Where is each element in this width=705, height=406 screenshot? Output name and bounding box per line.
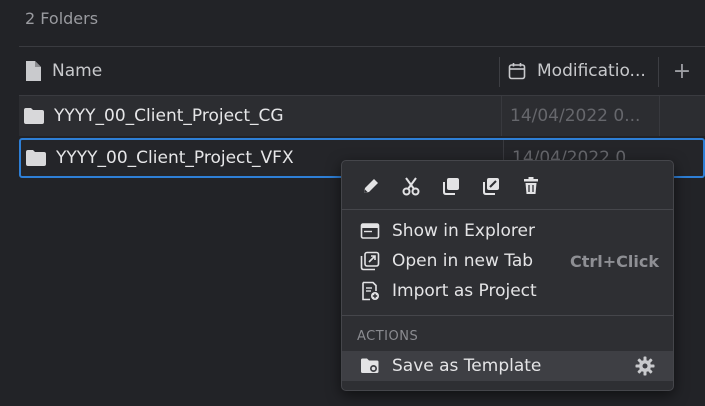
duplicate-button[interactable] — [480, 175, 502, 197]
modification-column-label: Modificatio... — [537, 61, 646, 81]
open-new-tab-icon — [360, 251, 380, 271]
modification-date: 14/04/2022 0... — [501, 96, 657, 136]
folder-icon — [24, 108, 44, 124]
folder-name: YYYY_00_Client_Project_CG — [54, 106, 284, 126]
copy-button[interactable] — [440, 175, 462, 197]
folder-name: YYYY_00_Client_Project_VFX — [56, 148, 294, 168]
copy-icon — [443, 178, 459, 195]
scissors-icon — [402, 177, 420, 196]
duplicate-icon — [483, 178, 499, 195]
cut-button[interactable] — [400, 175, 422, 197]
gear-icon[interactable] — [635, 356, 655, 376]
file-icon — [26, 61, 41, 81]
context-menu: Show in Explorer Open in new Tab Ctrl+Cl… — [341, 160, 674, 391]
import-project-icon — [362, 281, 379, 301]
column-divider[interactable] — [499, 57, 500, 87]
name-column-label: Name — [52, 61, 103, 81]
menu-item-open-in-new-tab[interactable]: Open in new Tab Ctrl+Click — [342, 246, 673, 276]
file-browser: 2 Folders Name Modificatio... + YYYY_00_ — [0, 0, 705, 406]
menu-divider — [342, 315, 673, 316]
menu-item-show-in-explorer[interactable]: Show in Explorer — [342, 216, 673, 246]
calendar-icon — [508, 63, 526, 80]
table-row[interactable]: YYYY_00_Client_Project_CG 14/04/2022 0..… — [19, 96, 705, 136]
menu-item-shortcut: Ctrl+Click — [569, 251, 659, 271]
explorer-window-icon — [360, 223, 380, 239]
actions-section-label: ACTIONS — [357, 329, 419, 344]
name-column-header[interactable]: Name — [19, 47, 499, 95]
folder-count: 2 Folders — [25, 9, 99, 28]
folder-template-icon — [361, 358, 379, 373]
pencil-icon — [364, 179, 378, 193]
context-toolbar — [342, 161, 673, 210]
delete-button[interactable] — [520, 175, 542, 197]
column-divider — [659, 96, 660, 136]
rename-button[interactable] — [360, 175, 382, 197]
modification-column-header[interactable]: Modificatio... — [501, 47, 657, 95]
menu-item-label: Save as Template — [392, 356, 542, 376]
column-header: Name Modificatio... + — [19, 46, 705, 96]
add-column-button[interactable]: + — [659, 47, 705, 95]
menu-item-label: Import as Project — [392, 281, 537, 301]
trash-icon — [524, 177, 538, 194]
menu-item-import-as-project[interactable]: Import as Project — [342, 276, 673, 306]
menu-item-label: Show in Explorer — [392, 221, 535, 241]
menu-item-label: Open in new Tab — [392, 251, 534, 271]
menu-item-save-as-template[interactable]: Save as Template — [342, 351, 673, 381]
folder-icon — [26, 150, 46, 166]
